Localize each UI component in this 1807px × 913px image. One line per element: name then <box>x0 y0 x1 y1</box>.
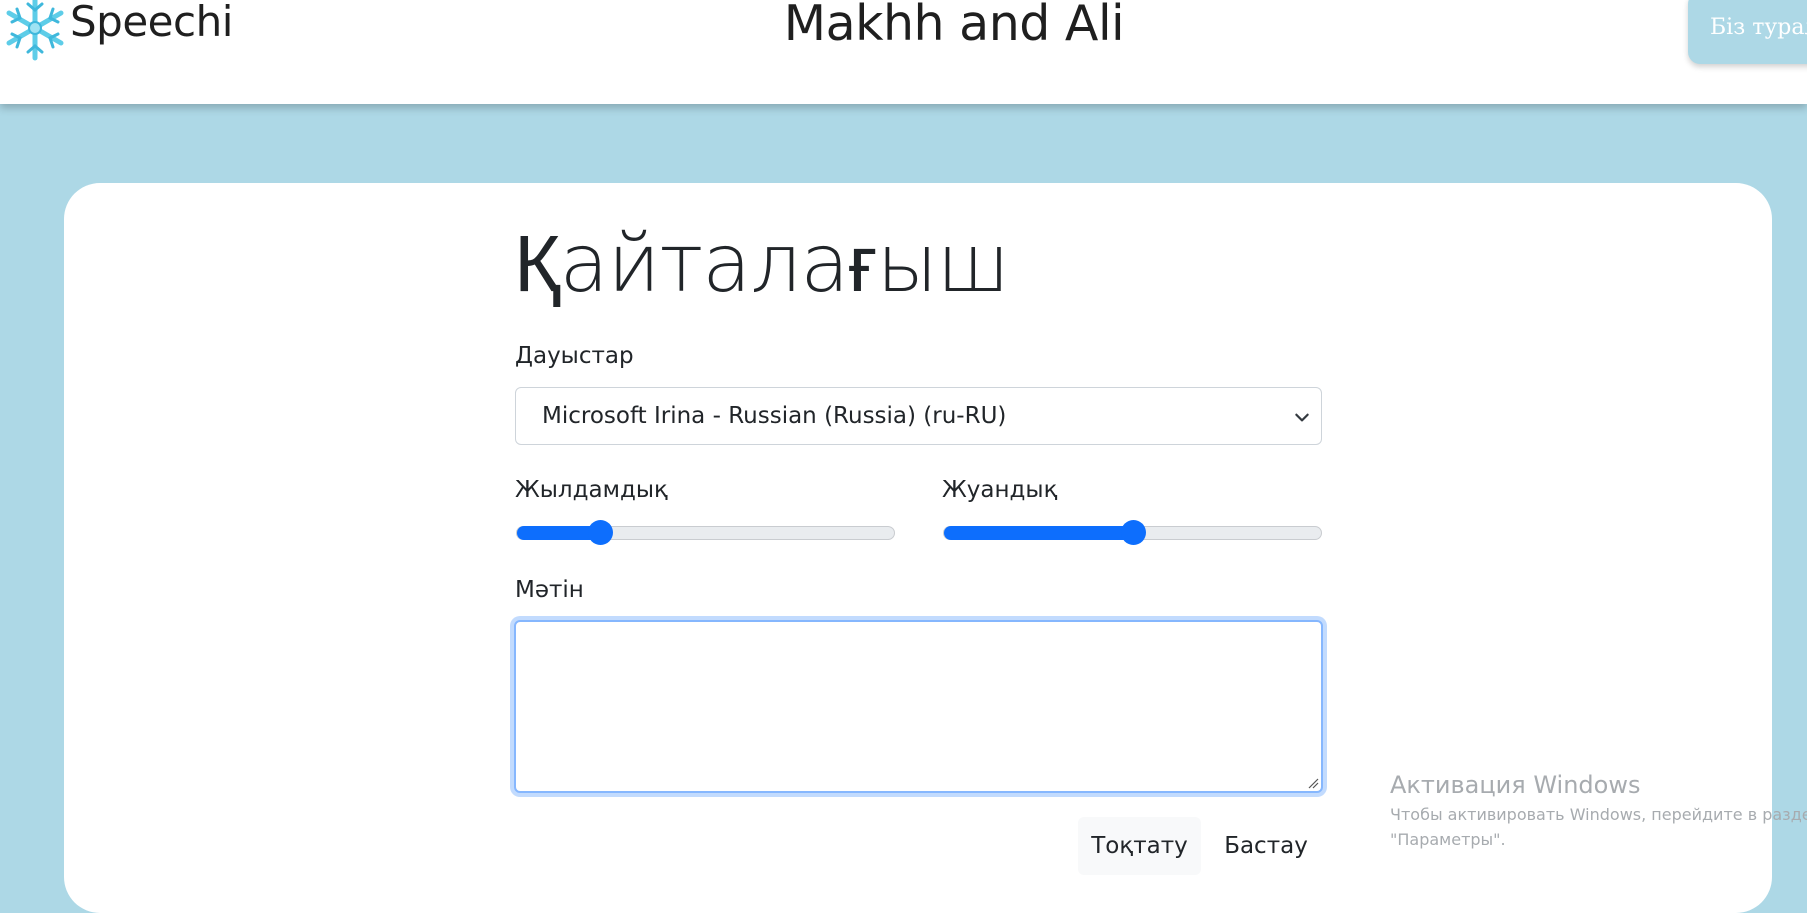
pitch-slider[interactable] <box>943 520 1322 545</box>
voice-select[interactable]: Microsoft Irina - Russian (Russia) (ru-R… <box>515 387 1322 445</box>
page-title: Қайталағыш <box>514 217 1010 310</box>
pitch-slider-fill <box>944 526 1133 540</box>
voices-label: Дауыстар <box>515 343 634 369</box>
windows-activation-line2: "Параметры". <box>1390 830 1506 849</box>
text-input[interactable] <box>514 620 1323 793</box>
windows-activation-line1: Чтобы активировать Windows, перейдите в … <box>1390 805 1807 824</box>
windows-activation-text: Чтобы активировать Windows, перейдите в … <box>1390 802 1807 852</box>
top-navbar: Speechi Makhh and Ali Біз турал <box>0 0 1807 104</box>
brand-name[interactable]: Speechi <box>70 0 233 48</box>
speed-label: Жылдамдық <box>515 477 668 503</box>
speed-slider-thumb[interactable] <box>587 520 613 545</box>
voice-select-value: Microsoft Irina - Russian (Russia) (ru-R… <box>542 403 1007 429</box>
text-label: Мәтін <box>515 577 584 603</box>
pitch-slider-thumb[interactable] <box>1120 520 1146 545</box>
stop-button[interactable]: Тоқтату <box>1078 817 1201 875</box>
snowflake-icon[interactable] <box>4 0 66 62</box>
resize-handle-icon[interactable] <box>1307 777 1319 789</box>
pitch-label: Жуандық <box>942 477 1058 503</box>
start-button[interactable]: Бастау <box>1210 817 1322 875</box>
speed-slider[interactable] <box>516 520 895 545</box>
about-us-button[interactable]: Біз турал <box>1688 0 1807 64</box>
site-title: Makhh and Ali <box>783 0 1125 52</box>
windows-activation-title: Активация Windows <box>1390 771 1641 799</box>
chevron-down-icon <box>1295 413 1309 422</box>
